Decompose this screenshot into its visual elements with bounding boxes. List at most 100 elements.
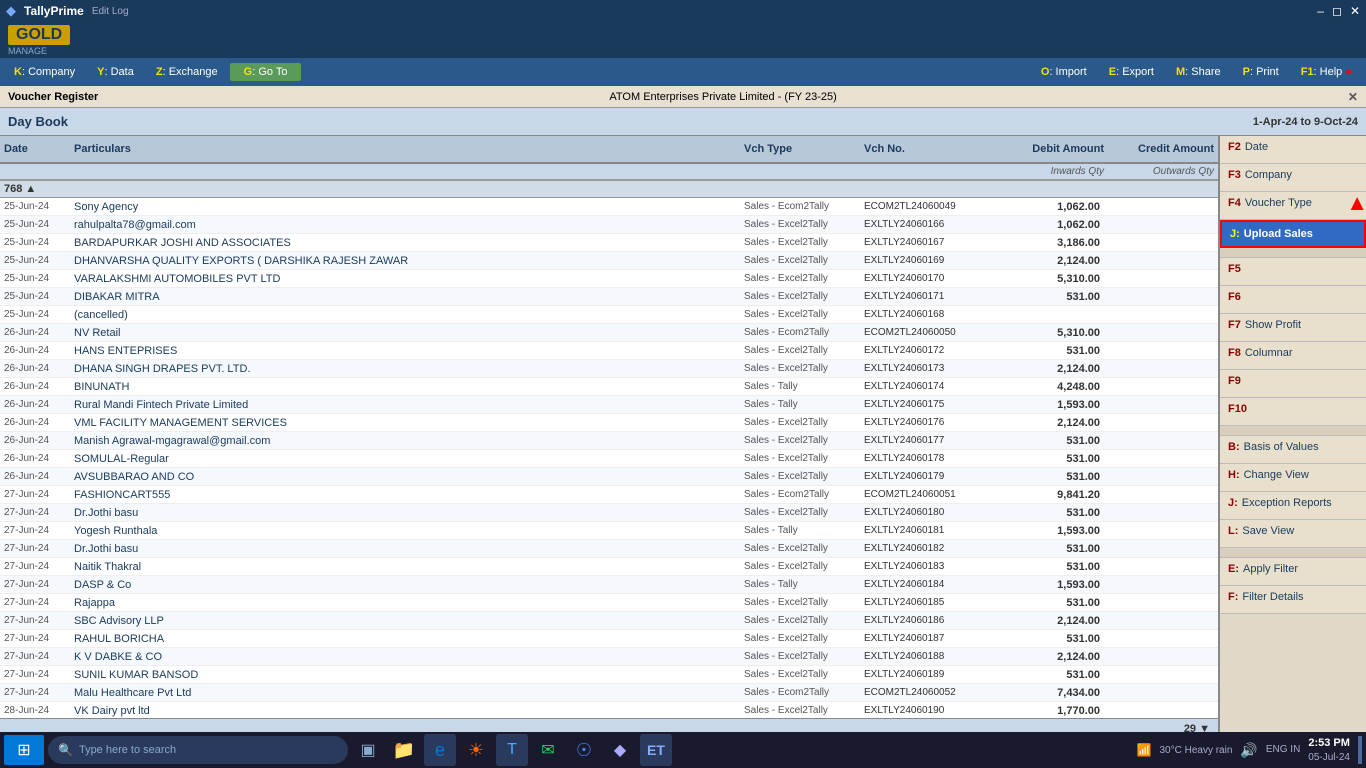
taskbar-whatsapp[interactable]: ✉ [532,734,564,766]
menu-company[interactable]: K: Company [4,64,85,80]
language-indicator: ENG IN [1266,744,1300,756]
table-row[interactable]: 26-Jun-24AVSUBBARAO AND COSales - Excel2… [0,468,1218,486]
table-row[interactable]: 26-Jun-24Rural Mandi Fintech Private Lim… [0,396,1218,414]
table-row[interactable]: 27-Jun-24SBC Advisory LLPSales - Excel2T… [0,612,1218,630]
rpanel-f8-columnar[interactable]: F8 Columnar [1220,342,1366,370]
menu-export[interactable]: E: Export [1099,64,1164,80]
rpanel-basis-values[interactable]: B: Basis of Values [1220,436,1366,464]
rpanel-f7-show-profit[interactable]: F7 Show Profit [1220,314,1366,342]
table-row[interactable]: 25-Jun-24VARALAKSHMI AUTOMOBILES PVT LTD… [0,270,1218,288]
rpanel-f9[interactable]: F9 [1220,370,1366,398]
title-bar: ◆ TallyPrime Edit Log – ◻ ✕ [0,0,1366,22]
volume-icon[interactable]: 🔊 [1240,742,1257,759]
table-row[interactable]: 25-Jun-24 (cancelled)Sales - Excel2Tally… [0,306,1218,324]
table-row[interactable]: 25-Jun-24BARDAPURKAR JOSHI AND ASSOCIATE… [0,234,1218,252]
sub-header-close[interactable]: ✕ [1348,90,1358,104]
restore-btn[interactable]: ◻ [1332,4,1342,18]
rpanel-upload-sales[interactable]: J: Upload Sales ▲ [1220,220,1366,248]
table-row[interactable]: 26-Jun-24NV RetailSales - Ecom2TallyECOM… [0,324,1218,342]
table-row[interactable]: 26-Jun-24DHANA SINGH DRAPES PVT. LTD.Sal… [0,360,1218,378]
menu-import[interactable]: O: Import [1031,64,1097,80]
col-header-credit: Credit Amount [1104,143,1214,155]
network-icon: 📶 [1137,743,1152,757]
table-row[interactable]: 27-Jun-24RajappaSales - Excel2TallyEXLTL… [0,594,1218,612]
taskbar-chrome[interactable]: ☉ [568,734,600,766]
menu-exchange[interactable]: Z: Exchange [146,64,228,80]
table-row[interactable]: 27-Jun-24DASP & CoSales - TallyEXLTLY240… [0,576,1218,594]
menu-goto[interactable]: G: Go To [230,63,302,81]
table-row[interactable]: 28-Jun-24VK Dairy pvt ltdSales - Excel2T… [0,702,1218,718]
edit-log-label: Edit Log [92,6,129,17]
rpanel-f4-vchtype[interactable]: F4 Voucher Type [1220,192,1366,220]
taskbar-firefox[interactable]: ☀ [460,734,492,766]
taskbar-extra2[interactable]: ET [640,734,672,766]
rpanel-filter-details[interactable]: F: Filter Details [1220,586,1366,614]
table-row[interactable]: 27-Jun-24Naitik ThakralSales - Excel2Tal… [0,558,1218,576]
rpanel-f3-company[interactable]: F3 Company [1220,164,1366,192]
rpanel-empty [1220,614,1366,738]
taskbar-edge[interactable]: e [424,734,456,766]
rpanel-f6[interactable]: F6 [1220,286,1366,314]
taskbar-extra1[interactable]: ◆ [604,734,636,766]
table-row[interactable]: 27-Jun-24K V DABKE & COSales - Excel2Tal… [0,648,1218,666]
show-desktop-btn[interactable] [1358,736,1362,764]
table-row[interactable]: 27-Jun-24Yogesh RunthalaSales - TallyEXL… [0,522,1218,540]
right-panel: F2 Date F3 Company F4 Voucher Type J: Up… [1218,136,1366,738]
start-button[interactable]: ⊞ [4,735,44,765]
rpanel-change-view[interactable]: H: Change View [1220,464,1366,492]
table-row[interactable]: 25-Jun-24Sony AgencySales - Ecom2TallyEC… [0,198,1218,216]
manage-label: MANAGE [8,46,47,56]
table-row[interactable]: 27-Jun-24RAHUL BORICHASales - Excel2Tall… [0,630,1218,648]
menu-data[interactable]: Y: Data [87,64,144,80]
taskbar: ⊞ 🔍 Type here to search ▣ 📁 e ☀ T ✉ ☉ ◆ … [0,732,1366,768]
col-header-particulars: Particulars [74,143,744,155]
col-header-vchtype: Vch Type [744,143,864,155]
table-row[interactable]: 26-Jun-24SOMULAL-RegularSales - Excel2Ta… [0,450,1218,468]
table-subheader: Inwards Qty Outwards Qty [0,164,1218,180]
daybook-title: Day Book [8,114,68,129]
table-row[interactable]: 27-Jun-24Dr.Jothi basuSales - Excel2Tall… [0,540,1218,558]
table-row[interactable]: 25-Jun-24DIBAKAR MITRASales - Excel2Tall… [0,288,1218,306]
table-row[interactable]: 27-Jun-24SUNIL KUMAR BANSODSales - Excel… [0,666,1218,684]
rpanel-save-view[interactable]: L: Save View [1220,520,1366,548]
rpanel-exception-reports[interactable]: J: Exception Reports [1220,492,1366,520]
top-bar: GOLD MANAGE [0,22,1366,58]
subheader-inwards: Inwards Qty [994,166,1104,177]
rpanel-apply-filter[interactable]: E: Apply Filter [1220,558,1366,586]
app-title: TallyPrime [24,4,84,18]
col-header-vchno: Vch No. [864,143,994,155]
search-icon: 🔍 [58,743,73,757]
rpanel-f10[interactable]: F10 [1220,398,1366,426]
table-row[interactable]: 26-Jun-24BINUNATHSales - TallyEXLTLY2406… [0,378,1218,396]
table-row[interactable]: 26-Jun-24Manish Agrawal-mgagrawal@gmail.… [0,432,1218,450]
table-row[interactable]: 26-Jun-24HANS ENTEPRISESSales - Excel2Ta… [0,342,1218,360]
taskbar-explorer[interactable]: 📁 [388,734,420,766]
company-name-label: ATOM Enterprises Private Limited - (FY 2… [609,91,836,103]
taskbar-tally[interactable]: T [496,734,528,766]
table-body: 25-Jun-24Sony AgencySales - Ecom2TallyEC… [0,198,1218,718]
table-row[interactable]: 27-Jun-24FASHIONCART555Sales - Ecom2Tall… [0,486,1218,504]
taskview-icon[interactable]: ▣ [352,734,384,766]
clock: 2:53 PM 05-Jul-24 [1308,736,1350,763]
vch-register-label: Voucher Register [8,91,98,103]
table-row[interactable]: 27-Jun-24Dr.Jothi basuSales - Excel2Tall… [0,504,1218,522]
app-logo: ◆ [6,3,16,19]
menu-share[interactable]: M: Share [1166,64,1231,80]
menu-help[interactable]: F1: Help ● [1291,64,1362,80]
table-row[interactable]: 25-Jun-24DHANVARSHA QUALITY EXPORTS ( DA… [0,252,1218,270]
table-row[interactable]: 27-Jun-24Malu Healthcare Pvt LtdSales - … [0,684,1218,702]
close-btn[interactable]: ✕ [1350,4,1360,18]
minimize-btn[interactable]: – [1317,4,1324,18]
rpanel-f5[interactable]: F5 [1220,258,1366,286]
clock-date: 05-Jul-24 [1308,751,1350,764]
menu-print[interactable]: P: Print [1233,64,1289,80]
search-bar[interactable]: 🔍 Type here to search [48,736,348,764]
rpanel-f2-date[interactable]: F2 Date [1220,136,1366,164]
clock-time: 2:53 PM [1308,736,1350,750]
table-row[interactable]: 25-Jun-24rahulpalta78@gmail.comSales - E… [0,216,1218,234]
daybook-date-range: 1-Apr-24 to 9-Oct-24 [1253,116,1358,128]
counter-row: 768 ▲ [0,180,1218,198]
table-row[interactable]: 26-Jun-24VML FACILITY MANAGEMENT SERVICE… [0,414,1218,432]
col-header-date: Date [4,143,74,155]
subheader-outwards: Outwards Qty [1104,166,1214,177]
